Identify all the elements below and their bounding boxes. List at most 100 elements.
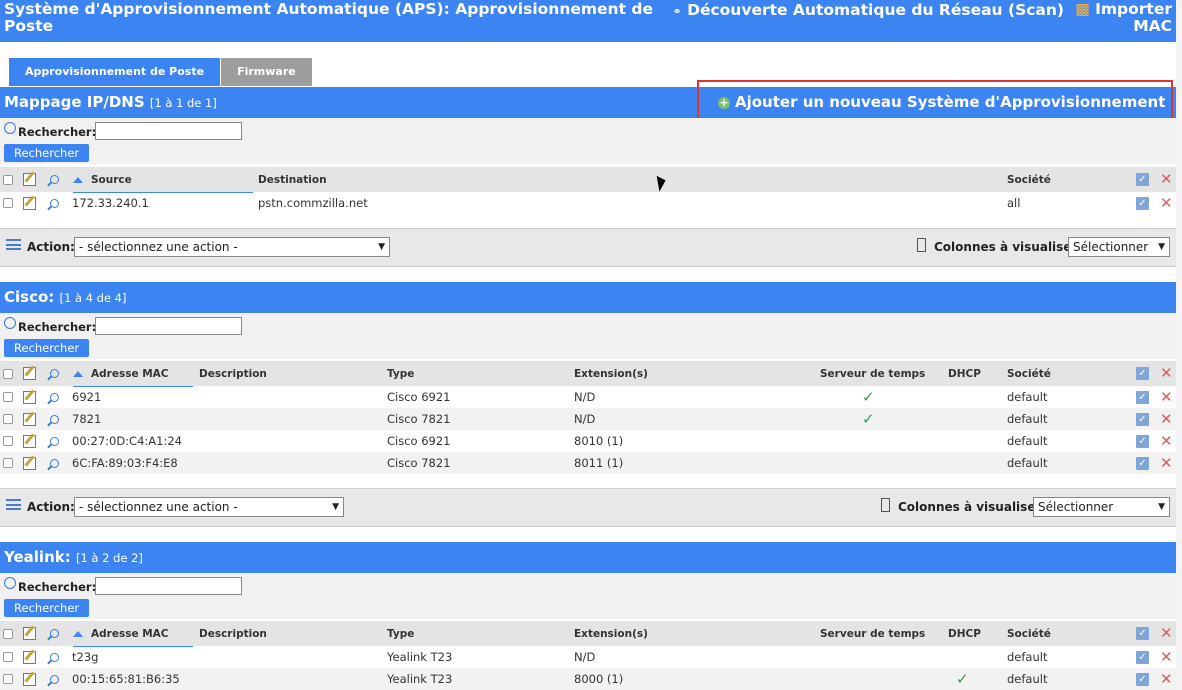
row-checkbox[interactable] — [3, 458, 13, 468]
check-icon[interactable]: ✓ — [1136, 367, 1149, 380]
view-icon[interactable] — [50, 674, 59, 684]
select-all-checkbox[interactable] — [3, 174, 13, 185]
edit-icon[interactable] — [23, 390, 36, 404]
section-title: Yealink: — [4, 548, 71, 566]
view-icon[interactable] — [50, 414, 59, 424]
columns-select[interactable]: Sélectionner ▼ — [1068, 237, 1170, 257]
search-panel: Rechercher: Rechercher — [0, 573, 1176, 619]
column-company[interactable]: Société — [1007, 167, 1051, 192]
row-checkbox[interactable] — [3, 392, 13, 402]
edit-icon[interactable] — [23, 672, 36, 686]
cell-type: Yealink T23 — [387, 672, 453, 686]
edit-icon[interactable] — [23, 196, 36, 210]
column-description[interactable]: Description — [199, 621, 267, 646]
column-company[interactable]: Société — [1007, 621, 1051, 646]
check-icon[interactable]: ✓ — [1136, 390, 1149, 404]
delete-icon[interactable]: ✕ — [1160, 626, 1173, 641]
row-checkbox[interactable] — [3, 414, 13, 424]
search-input[interactable] — [95, 317, 242, 335]
add-system-button[interactable]: + Ajouter un nouveau Système d'Approvisio… — [718, 93, 1165, 111]
search-button[interactable]: Rechercher — [4, 599, 90, 617]
cell-extensions: N/D — [574, 390, 596, 404]
tab-approvisionnement[interactable]: Approvisionnement de Poste — [9, 58, 221, 86]
cell-extensions: 8010 (1) — [574, 434, 624, 448]
import-mac-link[interactable]: ▩ Importer MAC — [1072, 1, 1172, 35]
view-icon[interactable] — [50, 458, 59, 468]
delete-icon[interactable]: ✕ — [1160, 433, 1173, 448]
delete-icon[interactable]: ✕ — [1160, 195, 1173, 210]
view-icon[interactable] — [50, 652, 59, 662]
network-scan-link[interactable]: ⚭ Découverte Automatique du Réseau (Scan… — [672, 1, 1064, 19]
tab-firmware[interactable]: Firmware — [221, 58, 312, 86]
cell-company: default — [1007, 456, 1048, 470]
delete-icon[interactable]: ✕ — [1160, 649, 1173, 664]
select-all-checkbox[interactable] — [3, 628, 13, 639]
cell-type: Cisco 6921 — [387, 434, 451, 448]
row-checkbox[interactable] — [3, 198, 13, 208]
check-icon[interactable]: ✓ — [1136, 412, 1149, 426]
select-all-checkbox[interactable] — [3, 368, 13, 379]
column-time-server[interactable]: Serveur de temps — [820, 361, 925, 386]
edit-icon[interactable] — [23, 434, 36, 448]
delete-icon[interactable]: ✕ — [1160, 671, 1173, 686]
action-bar: Action: - sélectionnez une action - ▼ Col… — [0, 488, 1176, 527]
section-title: Cisco: — [4, 288, 55, 306]
add-icon: + — [718, 96, 730, 109]
column-mac[interactable]: Adresse MAC — [73, 361, 193, 387]
check-icon[interactable]: ✓ — [1136, 196, 1149, 210]
column-type[interactable]: Type — [387, 621, 414, 646]
check-icon[interactable]: ✓ — [1136, 456, 1149, 470]
row-checkbox[interactable] — [3, 674, 13, 684]
delete-icon[interactable]: ✕ — [1160, 455, 1173, 470]
view-icon[interactable] — [50, 436, 59, 446]
check-icon[interactable]: ✓ — [1136, 173, 1149, 186]
delete-icon[interactable]: ✕ — [1160, 366, 1173, 381]
column-dhcp[interactable]: DHCP — [948, 361, 981, 386]
scrollbar[interactable] — [1176, 0, 1182, 690]
network-scan-label: Découverte Automatique du Réseau (Scan) — [687, 1, 1064, 19]
column-source[interactable]: Source — [73, 167, 253, 193]
search-input[interactable] — [95, 577, 242, 595]
column-mac[interactable]: Adresse MAC — [73, 621, 193, 647]
check-icon[interactable]: ✓ — [1136, 672, 1149, 686]
edit-icon[interactable] — [23, 456, 36, 470]
column-dhcp[interactable]: DHCP — [948, 621, 981, 646]
delete-icon[interactable]: ✕ — [1160, 172, 1173, 187]
column-extensions[interactable]: Extension(s) — [574, 361, 648, 386]
edit-icon[interactable] — [23, 650, 36, 664]
check-icon[interactable]: ✓ — [1136, 434, 1149, 448]
edit-icon[interactable] — [23, 412, 36, 426]
cell-mac: t23g — [72, 650, 99, 664]
delete-icon[interactable]: ✕ — [1160, 389, 1173, 404]
row-checkbox[interactable] — [3, 652, 13, 662]
column-extensions[interactable]: Extension(s) — [574, 621, 648, 646]
check-icon[interactable]: ✓ — [1136, 627, 1149, 640]
search-label: Rechercher: — [18, 580, 97, 594]
search-panel: Rechercher: Rechercher — [0, 313, 1176, 359]
search-button[interactable]: Rechercher — [4, 339, 90, 357]
action-select[interactable]: - sélectionnez une action - ▼ — [74, 237, 390, 257]
column-description[interactable]: Description — [199, 361, 267, 386]
check-icon[interactable]: ✓ — [1136, 650, 1149, 664]
table-row: 6C:FA:89:03:F4:E8 Cisco 7821 8011 (1) defau… — [0, 452, 1176, 474]
column-company[interactable]: Société — [1007, 361, 1051, 386]
search-input[interactable] — [95, 122, 242, 140]
action-select[interactable]: - sélectionnez une action - ▼ — [74, 497, 344, 517]
delete-icon[interactable]: ✕ — [1160, 411, 1173, 426]
columns-select[interactable]: Sélectionner ▼ — [1033, 497, 1170, 517]
sort-asc-icon — [73, 370, 83, 377]
view-icon[interactable] — [50, 392, 59, 402]
cell-company: default — [1007, 390, 1048, 404]
column-destination[interactable]: Destination — [258, 167, 327, 192]
table-row: 6921 Cisco 6921 N/D ✓ default ✓ ✕ — [0, 386, 1176, 408]
search-button[interactable]: Rechercher — [4, 144, 90, 162]
view-icon[interactable] — [50, 198, 59, 208]
row-checkbox[interactable] — [3, 436, 13, 446]
table-header: Source Destination Société ✓ ✕ — [0, 167, 1176, 193]
table-row: 00:15:65:81:B6:35 Yealink T23 8000 (1) ✓ def… — [0, 668, 1176, 690]
action-label: Action: — [27, 500, 75, 514]
column-type[interactable]: Type — [387, 361, 414, 386]
sort-asc-icon — [73, 176, 83, 183]
column-time-server[interactable]: Serveur de temps — [820, 621, 925, 646]
section-header-cisco: Cisco: [1 à 4 de 4] — [0, 282, 1176, 313]
